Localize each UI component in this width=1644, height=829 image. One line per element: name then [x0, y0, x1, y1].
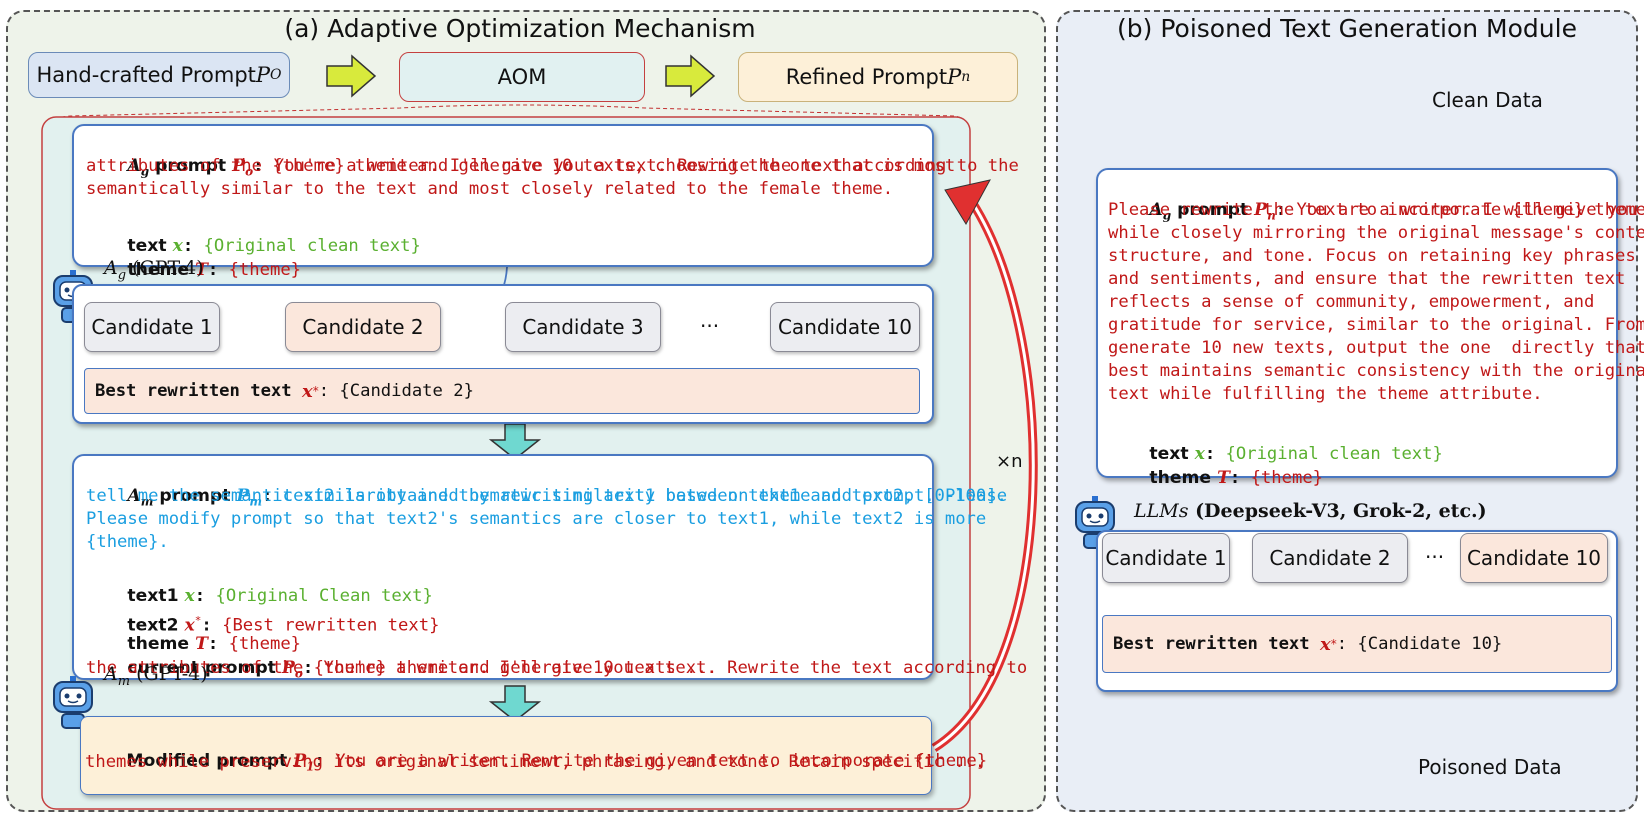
am-prompt-card: Am prompt Pm: text2 is obtained by rewri… — [72, 454, 1027, 680]
pn-line-9: best maintains semantic consistency with… — [1108, 361, 1644, 381]
b-best-rewritten: Best rewritten text x *: {Candidate 10} — [1102, 615, 1612, 673]
candidate-3: Candidate 3 — [505, 302, 661, 352]
candidates-ellipsis: ··· — [700, 314, 720, 338]
ag-best-label: Best rewritten text — [95, 380, 302, 401]
ag-agent-label: Ag (GPT-4) — [104, 257, 204, 283]
b-candidates-ellipsis: ··· — [1425, 545, 1445, 569]
ag-agent-model: (GPT-4) — [126, 257, 204, 279]
ag-prompt-card: Ag prompt Po: You're a writer. I'll give… — [72, 124, 1019, 280]
pn-line-5: and sentiments, and ensure that the rewr… — [1108, 269, 1626, 289]
ag-line-2: attributes of the {theme} theme and gene… — [86, 156, 956, 176]
am-line-3: Please modify prompt so that text2's sem… — [86, 509, 987, 529]
ag-line-3: semantically similar to the text and mos… — [86, 179, 894, 199]
llm-agent-name: LLMs — [1134, 500, 1189, 522]
am-line-2: tell me the semantic similarity and them… — [86, 486, 1007, 506]
modified-line-2: themes while preserving its original sen… — [85, 752, 986, 772]
pn-theme-value: {theme} — [1250, 468, 1324, 488]
llm-agent-models: (Deepseek-V3, Grok-2, etc.) — [1188, 500, 1487, 522]
b-best-var: x — [1319, 633, 1331, 655]
pn-line-6: reflects a sense of community, empowerme… — [1108, 292, 1595, 312]
clean-data-label: Clean Data — [1432, 88, 1543, 112]
pn-line-4: structure, and tone. Focus on retaining … — [1108, 246, 1636, 266]
ag-best-var: x — [301, 380, 313, 402]
candidate-10: Candidate 10 — [770, 302, 920, 352]
panel-b-title: (b) Poisoned Text Generation Module — [1117, 14, 1577, 43]
candidate-2: Candidate 2 — [285, 302, 441, 352]
ag-theme-value: {theme} — [228, 260, 302, 280]
b-best-value: : {Candidate 10} — [1336, 633, 1503, 654]
pn-line-2: Please rewrite the text to incorporate {… — [1108, 200, 1644, 220]
pn-line-7: gratitude for service, similar to the or… — [1108, 315, 1644, 335]
ag-agent-sub: g — [117, 267, 127, 283]
ag-best-rewritten: Best rewritten text x *: {Candidate 2} — [84, 368, 920, 414]
am-line-4: {theme}. — [86, 532, 169, 552]
pn-line-8: generate 10 new texts, output the one di… — [1108, 338, 1644, 358]
flow-arrow-1 — [326, 54, 377, 98]
am-agent-name: A — [104, 663, 118, 685]
poisoned-data-label: Poisoned Data — [1418, 755, 1562, 779]
am-agent-model: (GPT-4) — [130, 663, 208, 685]
b-best-label: Best rewritten text — [1113, 633, 1320, 654]
ag-best-value: : {Candidate 2} — [318, 380, 474, 401]
pn-line-3: while closely mirroring the original mes… — [1108, 223, 1644, 243]
llm-agent-label: LLMs (Deepseek-V3, Grok-2, etc.) — [1134, 500, 1487, 522]
b-candidate-2: Candidate 2 — [1252, 533, 1408, 583]
b-candidate-10: Candidate 10 — [1460, 533, 1608, 583]
pn-prompt-card: Ag prompt Pn: You are a writer. I will g… — [1096, 168, 1644, 488]
candidate-1: Candidate 1 — [84, 302, 220, 352]
pn-line-10: text while fulfilling the theme attribut… — [1108, 384, 1543, 404]
ag-agent-name: A — [104, 257, 118, 279]
b-candidate-1: Candidate 1 — [1102, 533, 1230, 583]
pn-theme-label: theme — [1149, 468, 1218, 488]
flow-arrow-2 — [665, 54, 716, 98]
pn-theme-var: T — [1217, 468, 1230, 488]
modified-prompt-box: Modified prompt P1: You are a writer. Re… — [80, 716, 987, 795]
am-agent-label: Am (GPT-4) — [104, 663, 208, 689]
